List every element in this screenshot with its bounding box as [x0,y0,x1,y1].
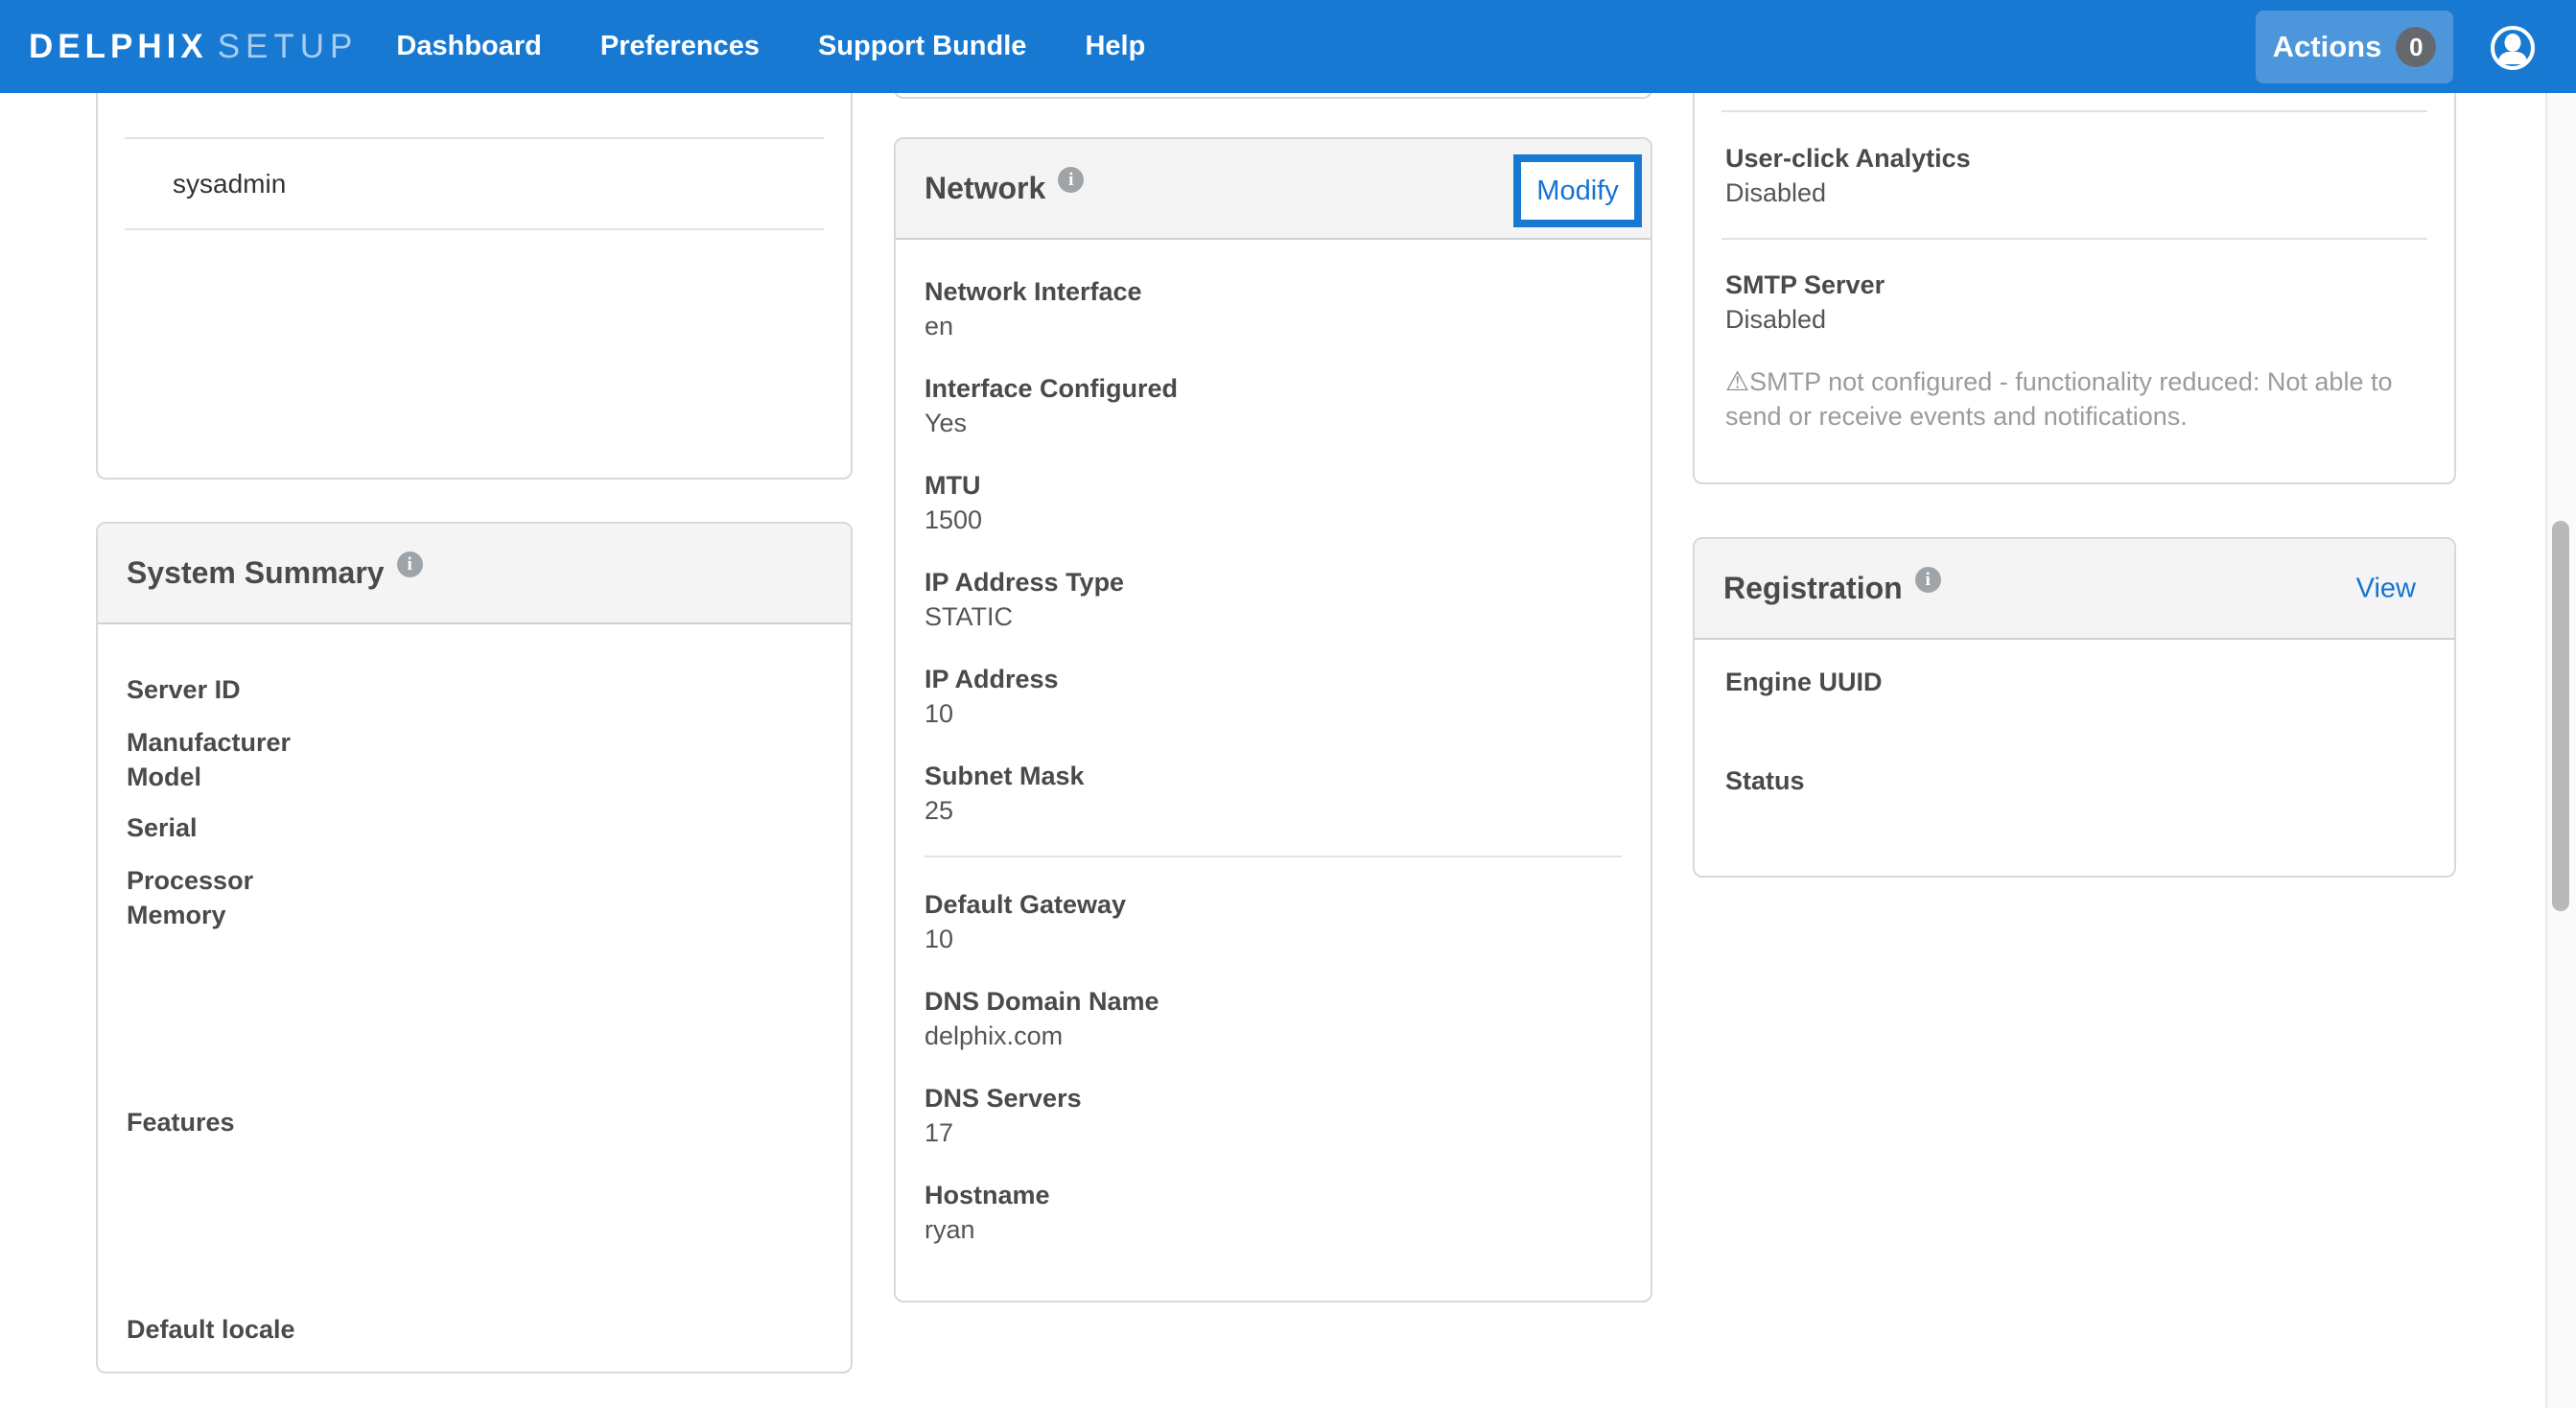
divider [1721,110,2427,112]
network-card: Network i Modify Network Interface en In… [894,137,1652,1302]
main-nav: Dashboard Preferences Support Bundle Hel… [396,31,1145,62]
network-field: IP Address 10 [925,662,1622,731]
divider [1721,238,2427,240]
field-label: Subnet Mask [925,759,1622,793]
field-value: STATIC [925,599,1622,634]
field-value: 10 [925,696,1622,731]
logo-primary: DELPHIX [29,28,208,65]
network-field: Hostname ryan [925,1178,1622,1247]
registration-header: Registration i View [1695,539,2454,640]
divider [925,856,1622,857]
logo-secondary: SETUP [218,28,359,65]
warning-icon: ⚠ [1725,366,1749,396]
server-id-label: Server ID [127,672,822,707]
network-field: Interface Configured Yes [925,371,1622,440]
nav-item-preferences[interactable]: Preferences [600,31,760,62]
smtp-body: SMTP Server Disabled ⚠SMTP not configure… [1695,268,2454,434]
warning-text: SMTP not configured - functionality redu… [1725,367,2392,431]
analytics-field: User-click Analytics Disabled [1725,141,2424,210]
actions-button-label: Actions [2273,30,2382,64]
network-header: Network i Modify [896,139,1651,240]
system-summary-title: System Summary [127,555,385,591]
field-label: MTU [925,468,1622,503]
header-bar: DELPHIX SETUP Dashboard Preferences Suppo… [0,0,2576,93]
field-label: Hostname [925,1178,1622,1212]
registration-card: Registration i View Engine UUID Status [1693,537,2456,878]
analytics-body: User-click Analytics Disabled [1695,141,2454,210]
system-summary-body: Server ID Manufacturer Model Serial Proc… [98,624,851,1347]
field-label: Interface Configured [925,371,1622,406]
network-field: Default Gateway 10 [925,887,1622,956]
field-value: Disabled [1725,302,2424,337]
nav-item-help[interactable]: Help [1085,31,1145,62]
field-value: 25 [925,793,1622,828]
registration-title: Registration [1723,571,1903,606]
analytics-smtp-panel: User-click Analytics Disabled SMTP Serve… [1693,82,2456,484]
view-link[interactable]: View [2356,573,2416,604]
network-body: Network Interface en Interface Configure… [896,240,1651,1247]
username: sysadmin [173,169,286,199]
network-field: Network Interface en [925,274,1622,343]
avatar-shoulders-shape [2498,52,2527,64]
manufacturer-label: Manufacturer [127,725,822,760]
field-value: en [925,309,1622,343]
network-field: Subnet Mask 25 [925,759,1622,828]
actions-button[interactable]: Actions 0 [2256,11,2453,83]
system-summary-header: System Summary i [98,524,851,624]
field-label: DNS Domain Name [925,984,1622,1019]
system-summary-card: System Summary i Server ID Manufacturer … [96,522,853,1373]
nav-item-dashboard[interactable]: Dashboard [396,31,541,62]
network-title: Network [925,171,1045,206]
network-field: MTU 1500 [925,468,1622,537]
network-field: DNS Servers 17 [925,1081,1622,1150]
field-label: SMTP Server [1725,268,2424,302]
info-icon[interactable]: i [1058,167,1084,193]
registration-body: Engine UUID Status [1695,640,2454,798]
field-value: Yes [925,406,1622,440]
processor-label: Processor [127,863,822,898]
info-icon[interactable]: i [397,551,423,577]
field-label: Default Gateway [925,887,1622,922]
field-value: 10 [925,922,1622,956]
users-panel: sysadmin [96,82,853,480]
model-label: Model [127,760,822,794]
scrollbar-thumb[interactable] [2552,521,2569,911]
smtp-warning: ⚠SMTP not configured - functionality red… [1725,364,2424,434]
actions-count-badge: 0 [2396,27,2436,67]
info-icon[interactable]: i [1915,567,1941,593]
field-label: IP Address [925,662,1622,696]
smtp-field: SMTP Server Disabled [1725,268,2424,337]
divider [125,228,824,230]
field-label: Network Interface [925,274,1622,309]
network-field: DNS Domain Name delphix.com [925,984,1622,1053]
status-label: Status [1725,763,2424,798]
user-avatar-icon[interactable] [2491,26,2535,70]
avatar-head-shape [2505,34,2521,52]
network-field: IP Address Type STATIC [925,565,1622,634]
engine-uuid-label: Engine UUID [1725,665,2424,699]
field-value: Disabled [1725,176,2424,210]
field-label: IP Address Type [925,565,1622,599]
modify-button[interactable]: Modify [1513,154,1642,227]
field-label: DNS Servers [925,1081,1622,1115]
field-value: 17 [925,1115,1622,1150]
default-locale-label: Default locale [127,1312,822,1347]
memory-label: Memory [127,898,822,932]
field-label: User-click Analytics [1725,141,2424,176]
field-value: 1500 [925,503,1622,537]
field-value: ryan [925,1212,1622,1247]
features-label: Features [127,1105,822,1139]
field-value: delphix.com [925,1019,1622,1053]
serial-label: Serial [127,810,822,845]
delphix-logo: DELPHIX SETUP [29,28,358,66]
user-row[interactable]: sysadmin [98,139,851,228]
nav-item-support-bundle[interactable]: Support Bundle [818,31,1026,62]
